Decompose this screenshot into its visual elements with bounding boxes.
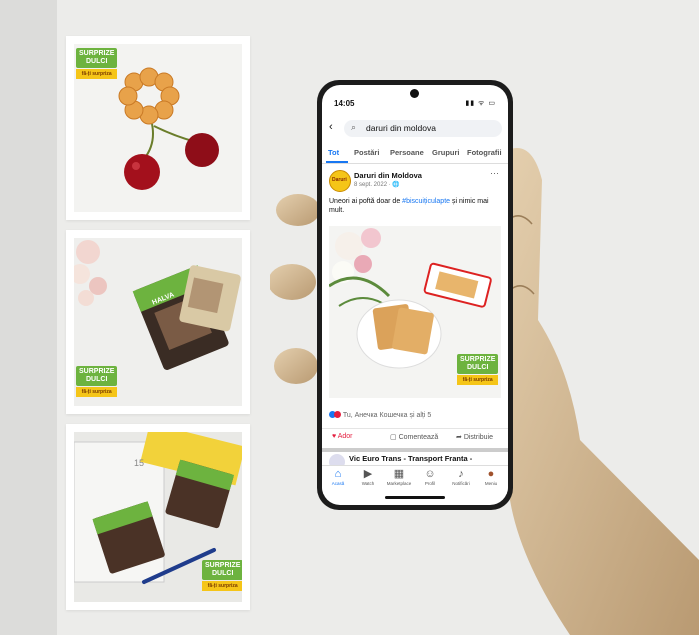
tab-tot[interactable]: Tot: [328, 148, 339, 157]
left-stripe: [0, 0, 57, 635]
surprize-dulci-tag: SURPRIZE DULCI fă-ți surpriza: [457, 354, 499, 385]
page-name[interactable]: Daruri din Moldova: [354, 171, 422, 180]
search-input[interactable]: ⌕ daruri din moldova: [344, 120, 502, 137]
photo-card-halva: HALVA SURPRIZE DULCI fă-ți surpriza: [66, 230, 250, 414]
tab-fotografii[interactable]: Fotografii: [467, 148, 502, 157]
phone-screen: 14:05 ▮▮ ᯤ ▭ ‹ ⌕ daruri din moldova Tot …: [322, 85, 508, 505]
search-bar-row: ‹ ⌕ daruri din moldova: [322, 118, 508, 140]
post-header: Daruri Daruri din Moldova 8 sept. 2022 ·…: [329, 168, 501, 194]
post-image[interactable]: SURPRIZE DULCI fă-ți surpriza: [329, 226, 501, 398]
more-options-icon[interactable]: ···: [490, 168, 499, 178]
post-actions: ♥ Ador ▢ Comentează ➦ Distribuie: [322, 428, 508, 447]
photo-cherries: SURPRIZE DULCI fă-ți surpriza: [74, 44, 242, 212]
tab-postari[interactable]: Postări: [354, 148, 379, 157]
post-text: Uneori ai poftă doar de #biscuițiculapte…: [329, 198, 489, 214]
profile-icon: ☺: [424, 468, 436, 480]
marketplace-icon: ▦: [393, 468, 405, 480]
home-icon: ⌂: [334, 468, 342, 480]
love-button[interactable]: ♥ Ador: [332, 433, 353, 440]
status-time: 14:05: [334, 99, 355, 108]
nav-notifications[interactable]: ♪ Notificări: [448, 468, 474, 486]
reactions-summary[interactable]: Tu, Анечка Кошечка și alți 5: [329, 411, 431, 419]
nav-marketplace[interactable]: ▦ Marketplace: [386, 468, 412, 486]
nav-home[interactable]: ⌂ Acasă: [325, 468, 351, 486]
status-icons: ▮▮ ᯤ ▭: [465, 100, 496, 107]
menu-avatar-icon: ●: [487, 468, 495, 480]
bell-icon: ♪: [458, 468, 464, 480]
search-filter-tabs: Tot Postări Persoane Grupuri Fotografii: [322, 145, 508, 164]
page-avatar[interactable]: Daruri: [329, 170, 351, 192]
active-tab-indicator: [326, 161, 348, 163]
surprize-dulci-tag: SURPRIZE DULCI fă-ți surpriza: [202, 560, 242, 591]
feed-separator: [322, 448, 508, 452]
nav-profile[interactable]: ☺ Profil: [417, 468, 443, 486]
tab-grupuri[interactable]: Grupuri: [432, 148, 460, 157]
tab-persoane[interactable]: Persoane: [390, 148, 424, 157]
hashtag-link[interactable]: #biscuițiculapte: [402, 198, 450, 205]
smartphone: 14:05 ▮▮ ᯤ ▭ ‹ ⌕ daruri din moldova Tot …: [317, 80, 513, 510]
photo-halva: HALVA SURPRIZE DULCI fă-ți surpriza: [74, 238, 242, 406]
nav-menu[interactable]: ● Meniu: [478, 468, 504, 486]
post-date[interactable]: 8 sept. 2022 · 🌐: [354, 181, 400, 188]
photo-notebook: 15 SURPRIZE DULCI fă-ți surpriza: [74, 432, 242, 602]
search-query: daruri din moldova: [366, 123, 436, 133]
share-button[interactable]: ➦ Distribuie: [456, 433, 493, 441]
search-icon: ⌕: [351, 122, 357, 132]
bottom-nav: ⌂ Acasă ▶ Watch ▦ Marketplace ☺ Profil ♪…: [322, 465, 508, 494]
video-icon: ▶: [363, 468, 373, 480]
love-reaction-icon: [334, 411, 341, 418]
front-camera: [410, 89, 419, 98]
photo-card-notebook: 15 SURPRIZE DULCI fă-ți surpriza: [66, 424, 250, 610]
next-post-name[interactable]: Vic Euro Trans - Transport Franta -: [349, 454, 472, 463]
back-arrow-icon[interactable]: ‹: [329, 121, 333, 133]
comment-button[interactable]: ▢ Comentează: [390, 433, 438, 441]
photo-card-cherries: SURPRIZE DULCI fă-ți surpriza: [66, 36, 250, 220]
notebook-number: 15: [134, 458, 144, 468]
nav-watch[interactable]: ▶ Watch: [355, 468, 381, 486]
surprize-dulci-tag: SURPRIZE DULCI fă-ți surpriza: [76, 48, 118, 79]
surprize-dulci-tag: SURPRIZE DULCI fă-ți surpriza: [76, 366, 118, 397]
home-indicator[interactable]: [385, 496, 445, 499]
